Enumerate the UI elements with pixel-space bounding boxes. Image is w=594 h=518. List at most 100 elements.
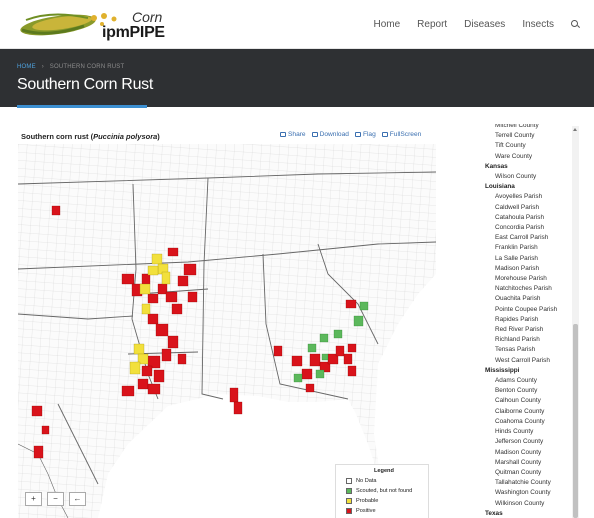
county-list-item[interactable]: Avoyelles Parish <box>477 192 572 202</box>
county-list-item[interactable]: Franklin Parish <box>477 243 572 253</box>
county-positive <box>305 383 315 393</box>
county-list-item[interactable]: Washington County <box>477 488 572 498</box>
county-list-item[interactable]: Natchitoches Parish <box>477 284 572 294</box>
legend-label: Scouted, but not found <box>356 488 413 494</box>
nav-report-link[interactable]: Report <box>417 19 447 30</box>
legend-title: Legend <box>374 468 394 474</box>
county-list-item[interactable]: West Carroll Parish <box>477 356 572 366</box>
map-panel: Southern corn rust (Puccinia polysora) S… <box>18 124 436 518</box>
county-positive <box>347 365 357 377</box>
state-heading: Louisiana <box>485 183 515 191</box>
county-list-item[interactable]: Hinds County <box>477 427 572 437</box>
county-positive <box>187 291 198 303</box>
fullscreen-icon <box>381 132 388 137</box>
fullscreen-button[interactable]: FullScreen <box>381 131 422 138</box>
county-list-item[interactable]: Jefferson County <box>477 437 572 447</box>
county-positive <box>155 323 169 337</box>
legend-label: No Data <box>356 478 377 484</box>
back-button[interactable]: ← <box>69 492 86 506</box>
county-list-item[interactable]: Caldwell Parish <box>477 203 572 213</box>
nav-home-link[interactable]: Home <box>373 19 400 30</box>
county-list-item[interactable]: Rapides Parish <box>477 315 572 325</box>
zoom-out-icon: − <box>53 494 58 503</box>
scroll-thumb[interactable] <box>573 324 578 518</box>
map-heading-species: Puccinia polysora <box>93 132 158 141</box>
map-heading-suffix: ) <box>157 132 160 141</box>
county-list-item[interactable]: Mitchell County <box>477 124 572 131</box>
county-scouted <box>293 373 303 383</box>
county-list-item[interactable]: Madison Parish <box>477 264 572 274</box>
county-list-item[interactable]: Pointe Coupee Parish <box>477 305 572 315</box>
nav-diseases-link[interactable]: Diseases <box>464 19 505 30</box>
zoom-out-button[interactable]: − <box>47 492 64 506</box>
share-button[interactable]: Share <box>280 131 306 138</box>
county-list-item[interactable]: Wilson County <box>477 172 572 182</box>
county-list-item[interactable]: Madison County <box>477 448 572 458</box>
county-list-item[interactable]: Richland Parish <box>477 335 572 345</box>
county-positive <box>345 299 357 309</box>
county-list-item[interactable]: Claiborne County <box>477 407 572 417</box>
title-underline <box>17 105 147 108</box>
county-positive <box>183 263 197 276</box>
county-positive <box>347 343 357 353</box>
nav-insects-link[interactable]: Insects <box>522 19 554 30</box>
county-scouted <box>333 329 343 339</box>
county-probable <box>141 303 151 315</box>
logo-ipm-part: ipm <box>102 24 130 41</box>
map-controls: + − ← <box>25 492 91 506</box>
county-list-item[interactable]: Red River Parish <box>477 325 572 335</box>
county-list-item[interactable]: Terrell County <box>477 131 572 141</box>
county-positive <box>157 283 168 295</box>
county-scouted <box>353 315 364 327</box>
county-probable <box>161 271 171 285</box>
legend-swatch <box>346 488 352 494</box>
download-button[interactable]: Download <box>311 131 349 138</box>
site-logo[interactable]: Corn ipmPIPE <box>18 6 165 44</box>
county-positive <box>41 425 50 435</box>
flag-button[interactable]: Flag <box>354 131 376 138</box>
county-list-panel[interactable]: Mitchell County Terrell County Tift County… <box>477 124 582 518</box>
legend-label: Probable <box>356 498 379 504</box>
search-icon[interactable] <box>571 20 580 29</box>
county-scouted <box>359 301 369 311</box>
page-banner: HOME › SOUTHERN CORN RUST Southern Corn … <box>0 49 594 107</box>
county-list-item[interactable]: Tensas Parish <box>477 345 572 355</box>
county-scouted <box>321 353 329 361</box>
county-list-item[interactable]: Benton County <box>477 386 572 396</box>
fullscreen-label: FullScreen <box>389 131 422 138</box>
county-list-item[interactable]: Tallahatchie County <box>477 478 572 488</box>
county-positive <box>343 353 353 365</box>
county-list-item[interactable]: Morehouse Parish <box>477 274 572 284</box>
county-list-item[interactable]: Quitman County <box>477 468 572 478</box>
legend-item-no-data: No Data <box>346 478 377 484</box>
county-positive <box>147 383 161 395</box>
county-positive <box>33 445 44 459</box>
county-positive <box>147 313 159 325</box>
county-list-item[interactable]: Calhoun County <box>477 396 572 406</box>
main-nav: Home Report Diseases Insects <box>373 0 594 49</box>
breadcrumb-home-link[interactable]: HOME <box>17 64 36 70</box>
list-scrollbar[interactable] <box>572 126 579 518</box>
county-list-item[interactable]: Ware County <box>477 152 572 162</box>
download-label: Download <box>319 131 349 138</box>
legend-label: Positive <box>356 508 376 514</box>
zoom-in-icon: + <box>31 494 36 503</box>
county-list-item[interactable]: Catahoula Parish <box>477 213 572 223</box>
county-list-item[interactable]: La Salle Parish <box>477 254 572 264</box>
county-map[interactable]: Legend No Data Scouted, but not found Pr… <box>18 144 436 518</box>
breadcrumb-separator: › <box>41 64 44 70</box>
county-positive <box>273 345 283 357</box>
county-positive <box>161 348 172 362</box>
county-positive <box>301 368 313 380</box>
county-list-item[interactable]: East Carroll Parish <box>477 233 572 243</box>
county-list-item[interactable]: Coahoma County <box>477 417 572 427</box>
county-list-item[interactable]: Tift County <box>477 141 572 151</box>
county-list-item[interactable]: Wilkinson County <box>477 499 572 509</box>
county-list-item[interactable]: Ouachita Parish <box>477 294 572 304</box>
legend-swatch <box>346 478 352 484</box>
county-list-item[interactable]: Concordia Parish <box>477 223 572 233</box>
zoom-in-button[interactable]: + <box>25 492 42 506</box>
county-list-item[interactable]: Marshall County <box>477 458 572 468</box>
county-list-item[interactable]: Adams County <box>477 376 572 386</box>
scroll-up-icon[interactable] <box>573 128 577 131</box>
